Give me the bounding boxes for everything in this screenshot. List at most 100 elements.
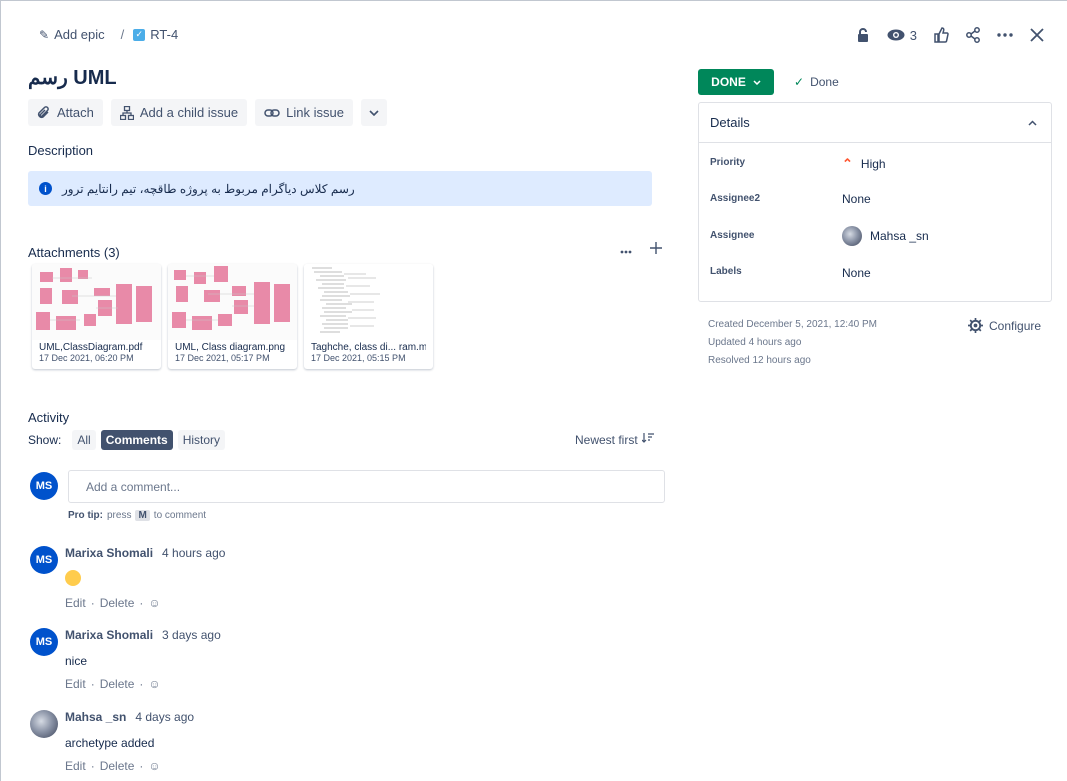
attachment-list: UML,ClassDiagram.pdf 17 Dec 2021, 06:20 … (32, 264, 433, 369)
updated-date: Updated 4 hours ago (708, 337, 802, 348)
issue-key-link[interactable]: ✓ RT-4 (133, 27, 178, 42)
created-date: Created December 5, 2021, 12:40 PM (708, 319, 877, 330)
edit-comment-link[interactable]: Edit (65, 759, 86, 773)
attachment-card[interactable]: UML, Class diagram.png 17 Dec 2021, 05:1… (168, 264, 297, 369)
attachment-name: Taghche, class di... ram.mdl (311, 342, 426, 353)
gear-icon (968, 318, 983, 333)
comment-actions: Edit · Delete · ☺ (65, 596, 161, 610)
lock-icon[interactable] (847, 23, 879, 47)
comment-input[interactable]: Add a comment... (68, 470, 665, 503)
show-label: Show: (28, 433, 62, 447)
add-child-issue-label: Add a child issue (139, 105, 239, 120)
comment-avatar[interactable] (30, 710, 58, 738)
comment-author[interactable]: Mahsa _sn (65, 710, 126, 724)
edit-comment-link[interactable]: Edit (65, 596, 86, 610)
pro-tip: Pro tip: press M to comment (68, 510, 206, 521)
separator-dot: · (139, 759, 144, 773)
thumbs-up-icon[interactable] (925, 23, 957, 47)
comment-author[interactable]: Marixa Shomali (65, 546, 153, 560)
attachment-card[interactable]: Taghche, class di... ram.mdl 17 Dec 2021… (304, 264, 433, 369)
chevron-down-icon (369, 109, 379, 116)
diagram-thumbnail (168, 264, 297, 342)
watch-button[interactable]: 3 (879, 28, 925, 43)
attach-button[interactable]: Attach (28, 99, 103, 126)
protip-suffix: to comment (153, 510, 207, 521)
priority-high-icon: ⌃ (842, 156, 853, 171)
status-button[interactable]: DONE (698, 69, 774, 95)
breadcrumb: ✎ Add epic / ✓ RT-4 (39, 27, 178, 42)
sort-toggle[interactable]: Newest first (575, 433, 654, 447)
priority-value: High (860, 157, 886, 171)
delete-comment-link[interactable]: Delete (100, 759, 135, 773)
task-type-icon: ✓ (133, 28, 146, 41)
comment-item: Mahsa _sn 4 days ago archetype added Edi… (30, 710, 650, 780)
attachments-tools (620, 241, 662, 259)
issue-title[interactable]: رسم UML (28, 65, 117, 90)
filter-comments[interactable]: Comments (100, 430, 173, 450)
comment-body: nice (65, 654, 88, 668)
attachment-card[interactable]: UML,ClassDiagram.pdf 17 Dec 2021, 06:20 … (32, 264, 161, 369)
comment-time[interactable]: 4 hours ago (162, 546, 225, 560)
share-icon[interactable] (957, 23, 989, 47)
add-reaction-icon[interactable]: ☺ (148, 677, 160, 691)
attachment-meta: UML,ClassDiagram.pdf 17 Dec 2021, 06:20 … (32, 340, 161, 365)
comment-author[interactable]: Marixa Shomali (65, 628, 153, 642)
pencil-icon: ✎ (39, 27, 50, 42)
close-icon[interactable] (1021, 23, 1053, 47)
issue-actions: 3 (847, 23, 1053, 47)
edit-comment-link[interactable]: Edit (65, 677, 86, 691)
configure-button[interactable]: Configure (968, 318, 1041, 333)
comment-body (65, 570, 81, 589)
eye-icon (887, 29, 905, 41)
assignee-value: Mahsa _sn (870, 229, 929, 243)
filter-all[interactable]: All (72, 430, 96, 450)
activity-filter-bar: Show: All Comments History (28, 430, 226, 450)
priority-label: Priority (710, 157, 746, 168)
comment-header: Marixa Shomali 4 hours ago (65, 546, 225, 560)
delete-comment-link[interactable]: Delete (100, 596, 135, 610)
clapping-hands-emoji-icon (65, 570, 81, 586)
issue-toolbar: Attach Add a child issue Link issue (28, 99, 387, 126)
separator-dot: · (90, 596, 95, 610)
attachments-heading: Attachments (3) (28, 245, 120, 260)
attachment-date: 17 Dec 2021, 05:15 PM (311, 353, 406, 363)
hierarchy-icon (119, 105, 134, 120)
issue-view: ✎ Add epic / ✓ RT-4 3 رسم UML Attach Add… (0, 0, 1067, 781)
add-attachment-icon[interactable] (650, 241, 662, 259)
filter-history[interactable]: History (177, 430, 226, 450)
comment-time[interactable]: 4 days ago (135, 710, 194, 724)
more-options-icon[interactable] (989, 23, 1021, 47)
link-issue-button[interactable]: Link issue (255, 99, 353, 126)
checkmark-icon: ✓ (794, 75, 805, 89)
delete-comment-link[interactable]: Delete (100, 677, 135, 691)
comment-header: Marixa Shomali 3 days ago (65, 628, 221, 642)
comment-avatar[interactable]: MS (30, 628, 58, 656)
assignee-field[interactable]: Mahsa _sn (842, 226, 929, 246)
watch-count: 3 (909, 27, 917, 43)
comment-time[interactable]: 3 days ago (162, 628, 221, 642)
add-reaction-icon[interactable]: ☺ (148, 596, 160, 610)
comment-actions: Edit · Delete · ☺ (65, 677, 161, 691)
attachment-meta: Taghche, class di... ram.mdl 17 Dec 2021… (304, 340, 433, 365)
details-header[interactable]: Details (699, 103, 1051, 143)
attachments-more-icon[interactable] (620, 241, 632, 259)
sort-icon (641, 433, 654, 443)
labels-field[interactable]: None (842, 266, 871, 280)
chevron-down-icon (753, 79, 761, 85)
comment-body: archetype added (65, 736, 155, 750)
description-panel[interactable]: i رسم کلاس دیاگرام مربوط به پروژه طاقچه،… (28, 171, 652, 206)
attachment-date: 17 Dec 2021, 06:20 PM (39, 353, 134, 363)
resolved-date: Resolved 12 hours ago (708, 355, 811, 366)
priority-field[interactable]: ⌃ High (842, 156, 886, 172)
description-text: رسم کلاس دیاگرام مربوط به پروژه طاقچه، ت… (62, 181, 355, 196)
protip-key: M (135, 510, 150, 521)
add-child-issue-button[interactable]: Add a child issue (110, 99, 248, 126)
comment-avatar[interactable]: MS (30, 546, 58, 574)
add-epic-link[interactable]: ✎ Add epic (39, 27, 105, 42)
toolbar-more-button[interactable] (360, 99, 387, 126)
add-reaction-icon[interactable]: ☺ (148, 759, 160, 773)
labels-label: Labels (710, 266, 742, 277)
paperclip-icon (37, 105, 49, 118)
document-thumbnail (304, 264, 433, 342)
assignee2-field[interactable]: None (842, 192, 871, 206)
